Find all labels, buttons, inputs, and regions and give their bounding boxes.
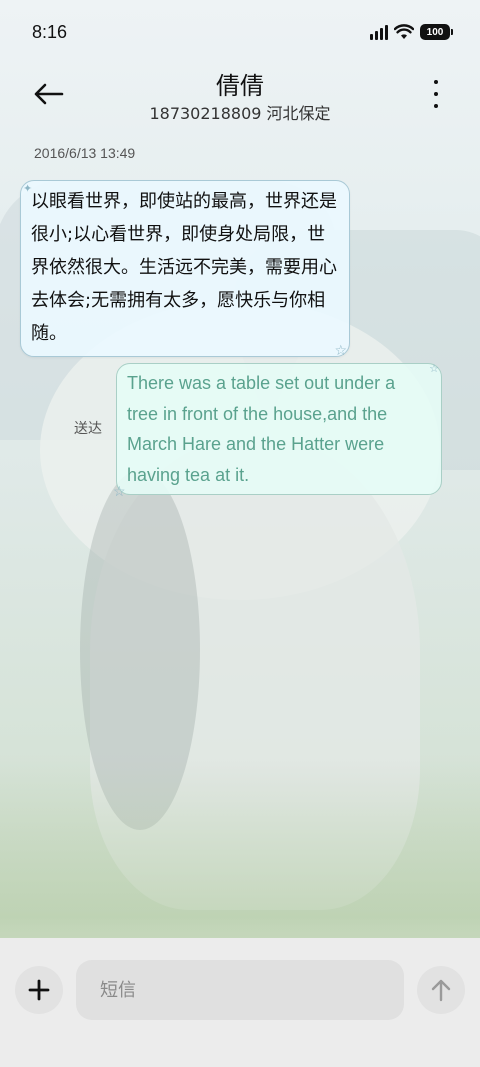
more-vertical-icon <box>434 80 438 84</box>
message-input[interactable] <box>76 960 404 1020</box>
battery-level: 100 <box>426 26 444 38</box>
status-time: 8:16 <box>32 22 68 42</box>
message-timestamp: 2016/6/13 13:49 <box>34 145 136 161</box>
more-options-button[interactable] <box>428 80 444 108</box>
add-attachment-button[interactable] <box>15 966 63 1014</box>
wifi-icon <box>394 24 414 39</box>
sparkle-decoration: ☆ <box>334 343 347 359</box>
contact-number-location: 18730218809 河北保定 <box>149 104 331 123</box>
sparkle-decoration: ☆ <box>113 483 126 499</box>
plus-icon <box>28 979 50 1001</box>
delivery-status: 送达 <box>74 421 102 437</box>
contact-name: 倩倩 <box>216 72 264 100</box>
conversation-header: 倩倩 18730218809 河北保定 <box>0 60 480 130</box>
battery-icon: 100 <box>420 24 453 40</box>
send-button[interactable] <box>417 966 465 1014</box>
incoming-message-bubble[interactable]: ✦ 以眼看世界，即使站的最高，世界还是很小;以心看世界，即使身处局限，世界依然很… <box>20 180 350 359</box>
outgoing-message-text: There was a table set out under a tree i… <box>127 373 396 485</box>
sparkle-decoration: ☆ <box>429 363 439 375</box>
sparkle-decoration: ✦ <box>23 182 33 195</box>
outgoing-message-bubble[interactable]: ☆ There was a table set out under a tree… <box>113 363 442 499</box>
status-icons: 100 <box>370 24 453 40</box>
incoming-message-text: 以眼看世界，即使站的最高，世界还是很小;以心看世界，即使身处局限，世界依然很大。… <box>31 191 337 344</box>
arrow-up-icon <box>431 979 451 1002</box>
signal-icon <box>370 24 388 40</box>
status-bar: 8:16 100 <box>0 0 480 64</box>
